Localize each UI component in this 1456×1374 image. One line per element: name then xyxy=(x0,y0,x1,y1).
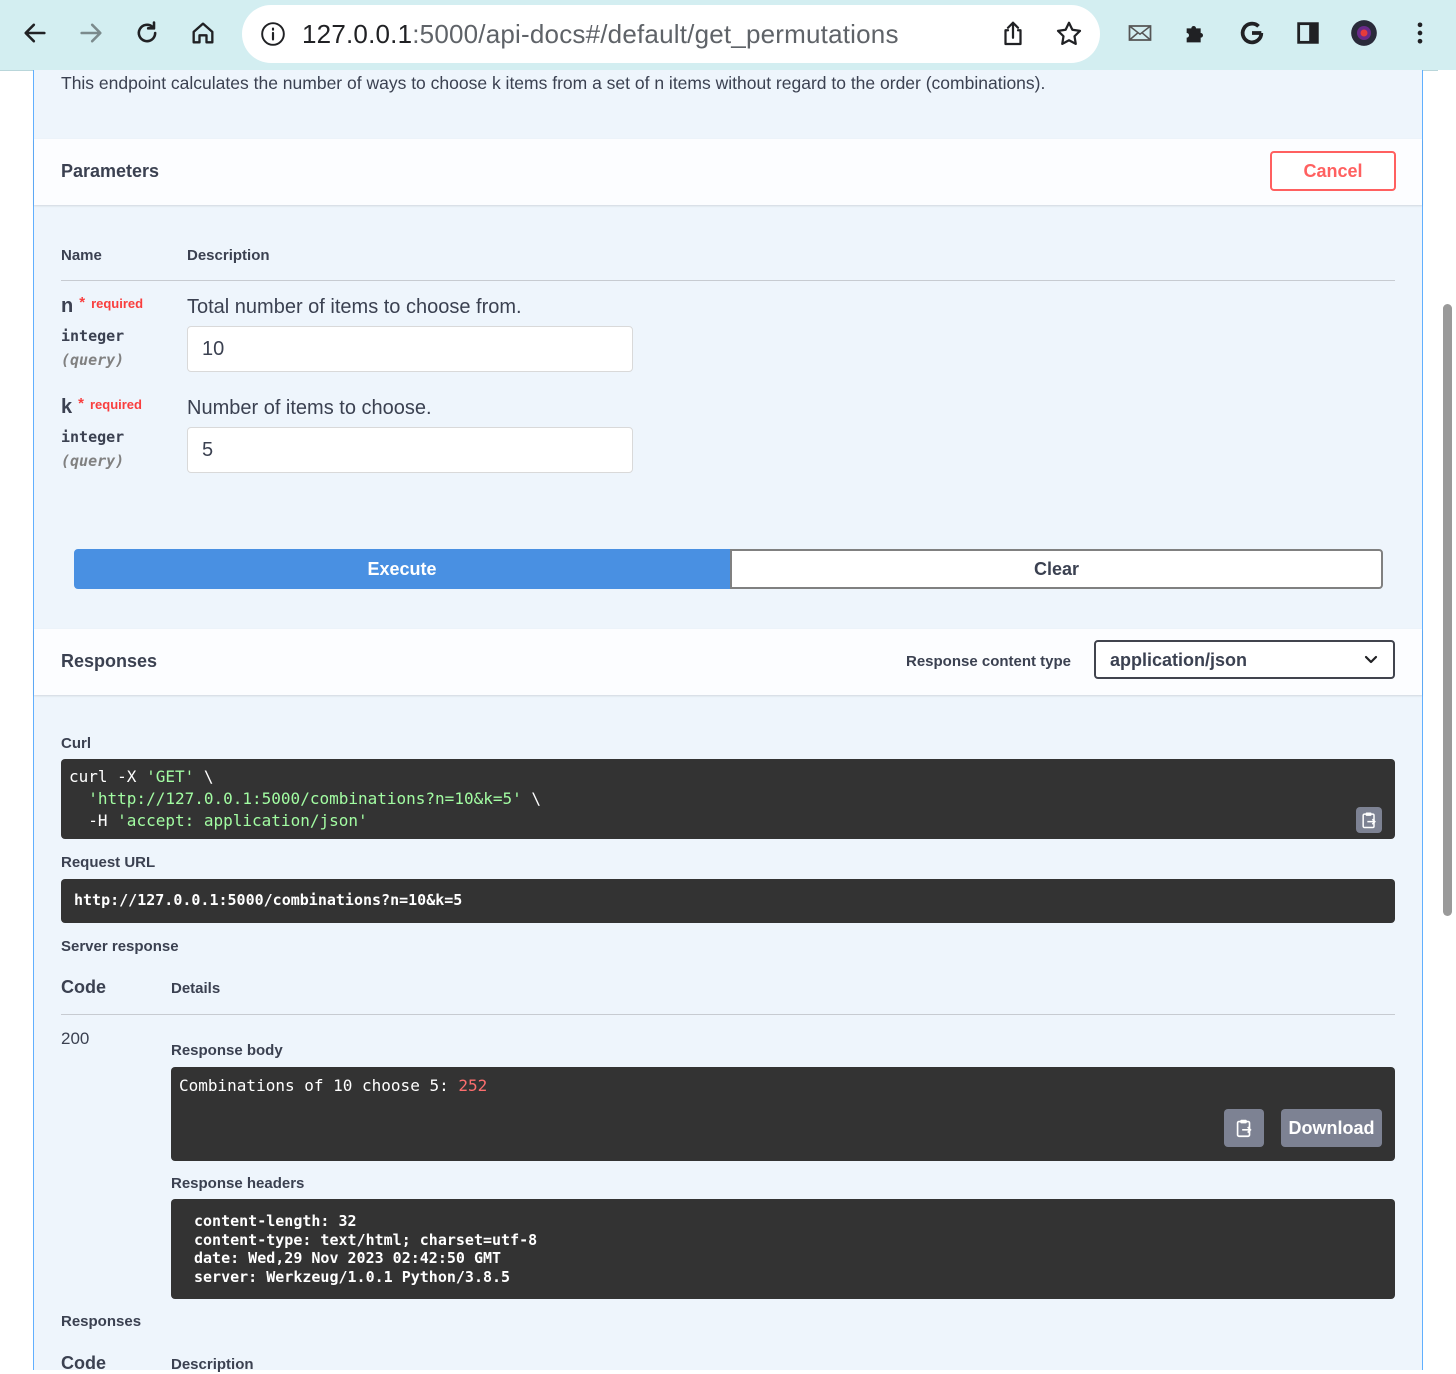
param-k-description: Number of items to choose. xyxy=(187,397,432,419)
response-headers: content-length: 32 content-type: text/htm… xyxy=(194,1212,537,1286)
required-label: required xyxy=(91,296,144,311)
extension-puzzle-icon[interactable] xyxy=(1176,13,1216,53)
param-name-text: k xyxy=(61,396,73,418)
content-type-value: application/json xyxy=(1110,650,1248,670)
curl-string: 'http://127.0.0.1:5000/combinations?n=10… xyxy=(88,789,522,808)
url-host: 127.0.0.1 xyxy=(302,19,413,49)
curl-text xyxy=(69,789,88,808)
request-url-label: Request URL xyxy=(61,854,156,871)
param-k-name: k * required xyxy=(61,395,142,419)
operation-description: This endpoint calculates the number of w… xyxy=(61,73,1046,93)
copy-clipboard-icon[interactable] xyxy=(1224,1109,1264,1147)
parameters-header: Parameters Cancel xyxy=(34,139,1422,205)
divider xyxy=(61,280,1395,281)
home-icon[interactable] xyxy=(183,13,223,53)
response-headers-block[interactable]: content-length: 32 content-type: text/htm… xyxy=(171,1199,1395,1299)
url-path: :5000/api-docs#/default/get_permutations xyxy=(412,19,899,49)
curl-text: curl -X xyxy=(69,767,147,786)
response-body-text: Combinations of 10 choose 5: xyxy=(179,1076,459,1095)
forward-arrow-icon[interactable] xyxy=(71,13,111,53)
details-col-header: Details xyxy=(171,980,221,997)
header-line: date: Wed,29 Nov 2023 02:42:50 GMT xyxy=(194,1249,502,1267)
curl-text: -H xyxy=(69,811,118,830)
param-k-input[interactable] xyxy=(187,427,633,473)
required-star: * xyxy=(79,294,86,311)
content-type-select[interactable]: application/json xyxy=(1094,640,1395,679)
content-type-label: Response content type xyxy=(906,653,1072,670)
header-line: content-length: 32 xyxy=(194,1212,357,1230)
response-body-label: Response body xyxy=(171,1042,283,1059)
response-body-block[interactable]: Combinations of 10 choose 5: 252 Downloa… xyxy=(171,1067,1395,1161)
url-text[interactable]: 127.0.0.1:5000/api-docs#/default/get_per… xyxy=(302,19,899,50)
col-header-name: Name xyxy=(61,247,102,264)
info-icon[interactable] xyxy=(260,21,286,47)
param-n-type: integer xyxy=(61,327,125,345)
code-col-header: Code xyxy=(61,977,106,997)
responses-title: Responses xyxy=(61,651,158,671)
mail-icon[interactable] xyxy=(1120,13,1160,53)
header-line: content-type: text/html; charset=utf-8 xyxy=(194,1230,538,1249)
response-body-value: 252 xyxy=(458,1076,488,1095)
curl-label: Curl xyxy=(61,735,91,752)
cancel-button[interactable]: Cancel xyxy=(1270,151,1396,191)
profile-avatar-icon[interactable] xyxy=(1344,13,1384,53)
back-arrow-icon[interactable] xyxy=(15,13,55,53)
download-button[interactable]: Download xyxy=(1281,1109,1382,1147)
curl-code-block[interactable]: curl -X 'GET' \ 'http://127.0.0.1:5000/c… xyxy=(61,759,1395,839)
response-headers-label: Response headers xyxy=(171,1175,305,1192)
col-header-description: Description xyxy=(187,247,270,264)
param-n-description: Total number of items to choose from. xyxy=(187,296,522,318)
operation-panel: This endpoint calculates the number of w… xyxy=(33,70,1423,1373)
parameters-title: Parameters xyxy=(61,161,160,181)
copy-clipboard-icon[interactable] xyxy=(1356,807,1382,833)
more-vert-icon[interactable] xyxy=(1400,13,1440,53)
scrollbar-thumb[interactable] xyxy=(1443,304,1452,916)
divider xyxy=(61,1014,1395,1015)
google-g-icon[interactable] xyxy=(1232,13,1272,53)
star-icon[interactable] xyxy=(1054,19,1084,49)
param-n-location: (query) xyxy=(61,351,125,369)
param-k-type: integer xyxy=(61,428,125,446)
code-col-header: Code xyxy=(61,1353,106,1373)
description-col-header: Description xyxy=(171,1356,254,1373)
param-n-input[interactable] xyxy=(187,326,633,372)
address-bar[interactable]: 127.0.0.1:5000/api-docs#/default/get_per… xyxy=(242,5,1100,63)
request-url: http://127.0.0.1:5000/combinations?n=10&… xyxy=(74,891,463,909)
browser-toolbar: 127.0.0.1:5000/api-docs#/default/get_per… xyxy=(0,0,1456,71)
responses-section-title: Responses xyxy=(61,1313,142,1330)
param-name-text: n xyxy=(61,295,74,317)
response-code: 200 xyxy=(61,1029,90,1048)
curl-string: 'GET' xyxy=(146,767,195,786)
required-star: * xyxy=(78,395,84,412)
param-k-location: (query) xyxy=(61,452,125,470)
request-url-block[interactable]: http://127.0.0.1:5000/combinations?n=10&… xyxy=(61,879,1395,923)
server-response-label: Server response xyxy=(61,938,179,955)
required-label: required xyxy=(89,397,142,412)
reload-icon[interactable] xyxy=(127,13,167,53)
curl-command: curl -X 'GET' \ 'http://127.0.0.1:5000/c… xyxy=(69,766,541,832)
execute-button[interactable]: Execute xyxy=(74,549,730,589)
header-line: server: Werkzeug/1.0.1 Python/3.8.5 xyxy=(194,1267,511,1286)
side-panel-icon[interactable] xyxy=(1288,13,1328,53)
responses-header: Responses Response content type applicat… xyxy=(34,629,1422,695)
chevron-down-icon xyxy=(1364,655,1378,664)
curl-text: \ xyxy=(194,767,214,786)
param-n-name: n * required xyxy=(61,294,144,318)
curl-string: 'accept: application/json' xyxy=(117,811,368,830)
share-icon[interactable] xyxy=(998,19,1028,49)
response-body: Combinations of 10 choose 5: 252 xyxy=(179,1076,487,1095)
curl-text: \ xyxy=(521,789,542,808)
clear-button[interactable]: Clear xyxy=(730,549,1383,589)
